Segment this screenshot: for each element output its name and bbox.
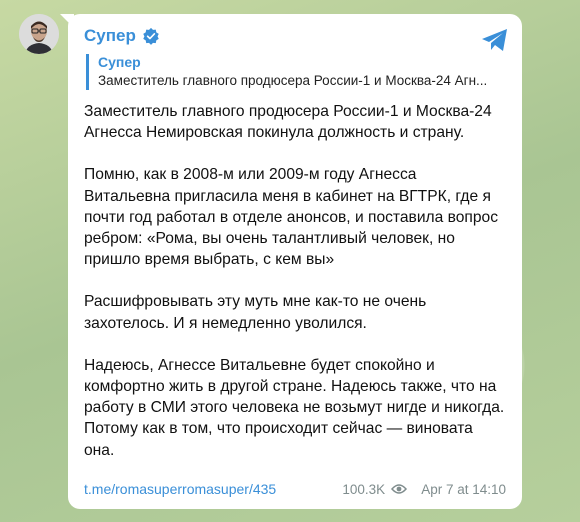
message-bubble: Супер Супер Заместитель главного продюсе…: [68, 14, 522, 509]
reply-text: Заместитель главного продюсера России-1 …: [98, 73, 488, 88]
message-paragraph: Надеюсь, Агнессе Витальевне будет спокой…: [84, 356, 505, 459]
message-header: Супер: [84, 24, 506, 48]
post-date: Apr 7 at 14:10: [421, 481, 506, 497]
channel-name[interactable]: Супер: [84, 26, 136, 46]
channel-avatar[interactable]: [19, 14, 59, 54]
reply-quote[interactable]: Супер Заместитель главного продюсера Рос…: [86, 54, 506, 90]
message-paragraph: Расшифровывать эту муть мне как-то не оч…: [84, 293, 427, 332]
view-count: 100.3K: [342, 481, 386, 497]
message-footer: t.me/romasuperromasuper/435 100.3K Apr 7…: [84, 481, 506, 497]
post-link[interactable]: t.me/romasuperromasuper/435: [84, 481, 276, 497]
reply-author: Супер: [98, 54, 141, 70]
message-paragraph: Заместитель главного продюсера России-1 …: [84, 103, 492, 142]
eye-icon: [391, 484, 408, 494]
message-paragraph: Помню, как в 2008-м или 2009-м году Агне…: [84, 166, 499, 269]
message-text: Заместитель главного продюсера России-1 …: [84, 101, 506, 461]
verified-badge-icon: [143, 27, 159, 45]
person-avatar-icon: [19, 14, 59, 54]
message-meta: 100.3K Apr 7 at 14:10: [342, 482, 506, 497]
telegram-share-icon[interactable]: [480, 26, 510, 54]
